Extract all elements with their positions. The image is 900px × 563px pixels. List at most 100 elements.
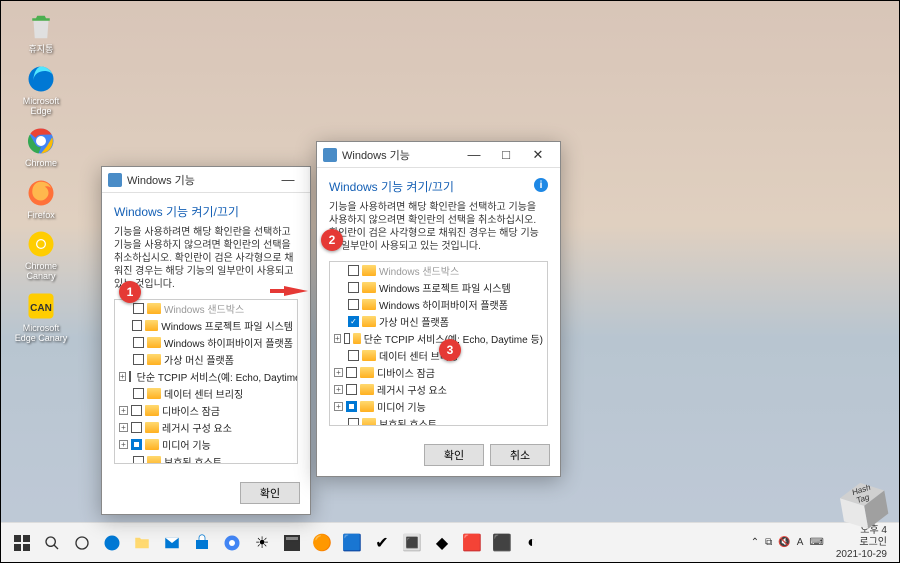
tree-item[interactable]: Windows 하이퍼바이저 플랫폼 xyxy=(115,334,297,351)
feature-checkbox[interactable] xyxy=(133,303,144,314)
taskbar-cortana[interactable] xyxy=(69,530,95,556)
feature-checkbox[interactable] xyxy=(131,439,142,450)
titlebar[interactable]: Windows 기능 — □ ✕ xyxy=(317,142,560,168)
dialog-body: i Windows 기능 켜기/끄기 기능을 사용하려면 해당 확인란을 선택하… xyxy=(317,168,560,436)
taskbar-app[interactable]: 🟦 xyxy=(339,530,365,556)
feature-checkbox[interactable] xyxy=(133,354,144,365)
folder-icon xyxy=(360,401,374,412)
tree-item[interactable]: Windows 샌드박스 xyxy=(115,300,297,317)
desktop-icon-edge[interactable]: Microsoft Edge xyxy=(11,63,71,117)
feature-checkbox[interactable] xyxy=(129,371,131,382)
dialog-footer: 확인 취소 xyxy=(317,436,560,476)
feature-checkbox[interactable] xyxy=(346,367,357,378)
tree-item[interactable]: +레거시 구성 요소 xyxy=(330,381,547,398)
tree-item[interactable]: ✓가상 머신 플랫폼 xyxy=(330,313,547,330)
feature-checkbox[interactable] xyxy=(133,456,144,464)
tray-network-icon[interactable]: ⧉ xyxy=(765,537,772,548)
taskbar-edge[interactable] xyxy=(99,530,125,556)
minimize-button[interactable]: — xyxy=(272,168,304,192)
feature-checkbox[interactable] xyxy=(348,299,359,310)
titlebar[interactable]: Windows 기능 — xyxy=(102,167,310,193)
info-icon[interactable]: i xyxy=(534,178,548,192)
close-button[interactable]: ✕ xyxy=(522,143,554,167)
taskbar-chrome[interactable] xyxy=(219,530,245,556)
taskbar-weather[interactable]: ☀ xyxy=(249,530,275,556)
tree-item[interactable]: Windows 샌드박스 xyxy=(330,262,547,279)
tree-item[interactable]: 가상 머신 플랫폼 xyxy=(115,351,297,368)
taskbar-todo[interactable]: ✔ xyxy=(369,530,395,556)
tray-volume-icon[interactable]: 🔇 xyxy=(778,537,790,548)
tree-item[interactable]: +단순 TCPIP 서비스(예: Echo, Daytime 등) xyxy=(330,330,547,347)
taskbar-app3[interactable]: ◆ xyxy=(429,530,455,556)
feature-checkbox[interactable] xyxy=(131,405,142,416)
tree-item[interactable]: +미디어 기능 xyxy=(115,436,297,453)
features-tree[interactable]: Windows 샌드박스Windows 프로젝트 파일 시스템Windows 하… xyxy=(329,261,548,426)
expand-toggle[interactable]: + xyxy=(119,423,128,432)
hashtag-watermark: Hash Tag xyxy=(833,474,896,537)
feature-checkbox[interactable] xyxy=(132,320,142,331)
taskbar-office[interactable]: 🟠 xyxy=(309,530,335,556)
feature-checkbox[interactable] xyxy=(346,401,357,412)
taskbar-app4[interactable]: 🟥 xyxy=(459,530,485,556)
tray-ime[interactable]: A xyxy=(797,537,804,548)
expand-toggle[interactable]: + xyxy=(119,406,128,415)
tree-item[interactable]: 데이터 센터 브리징 xyxy=(115,385,297,402)
expand-toggle[interactable]: + xyxy=(119,372,126,381)
feature-checkbox[interactable]: ✓ xyxy=(348,316,359,327)
feature-checkbox[interactable] xyxy=(348,418,359,426)
tree-item[interactable]: + 디바이스 잠금 xyxy=(330,364,547,381)
taskbar-mail[interactable] xyxy=(159,530,185,556)
minimize-button[interactable]: — xyxy=(458,143,490,167)
feature-checkbox[interactable] xyxy=(131,422,142,433)
tree-item[interactable]: Windows 프로젝트 파일 시스템 xyxy=(115,317,297,334)
feature-checkbox[interactable] xyxy=(348,265,359,276)
expand-toggle[interactable]: + xyxy=(334,334,341,343)
tray-chevron-icon[interactable]: ⌃ xyxy=(751,537,759,548)
taskbar-calculator[interactable] xyxy=(279,530,305,556)
desktop-icon-firefox[interactable]: Firefox xyxy=(11,177,71,221)
feature-checkbox[interactable] xyxy=(346,384,357,395)
ok-button[interactable]: 확인 xyxy=(424,444,484,466)
taskbar-store[interactable] xyxy=(189,530,215,556)
feature-checkbox[interactable] xyxy=(348,350,359,361)
tree-item[interactable]: +미디어 기능 xyxy=(330,398,547,415)
taskbar-app6[interactable]: ◐ xyxy=(519,530,545,556)
tree-item[interactable]: 보호된 호스트 xyxy=(330,415,547,426)
folder-icon xyxy=(147,388,161,399)
tree-item[interactable]: Windows 프로젝트 파일 시스템 xyxy=(330,279,547,296)
start-button[interactable] xyxy=(9,530,35,556)
chrome-icon xyxy=(25,125,57,157)
taskbar-explorer[interactable] xyxy=(129,530,155,556)
desktop-icon-chrome[interactable]: Chrome xyxy=(11,125,71,169)
tray-lang-icon[interactable]: ⌨ xyxy=(809,537,823,548)
taskbar-app2[interactable]: 🔳 xyxy=(399,530,425,556)
tree-item[interactable]: +레거시 구성 요소 xyxy=(115,419,297,436)
expand-toggle[interactable]: + xyxy=(334,385,343,394)
tree-item[interactable]: Windows 하이퍼바이저 플랫폼 xyxy=(330,296,547,313)
tree-item[interactable]: +단순 TCPIP 서비스(예: Echo, Daytime 등) xyxy=(115,368,297,385)
expand-toggle[interactable]: + xyxy=(334,402,343,411)
feature-checkbox[interactable] xyxy=(133,337,144,348)
desktop-icon-recycle-bin[interactable]: 휴지통 xyxy=(11,11,71,55)
ok-button[interactable]: 확인 xyxy=(240,482,300,504)
features-tree[interactable]: Windows 샌드박스Windows 프로젝트 파일 시스템Windows 하… xyxy=(114,299,298,464)
taskbar-app5[interactable]: ⬛ xyxy=(489,530,515,556)
svg-text:CAN: CAN xyxy=(30,303,52,314)
search-button[interactable] xyxy=(39,530,65,556)
cancel-button[interactable]: 취소 xyxy=(490,444,550,466)
tree-item[interactable]: +디바이스 잠금 xyxy=(115,402,297,419)
tree-item[interactable]: 보호된 호스트 xyxy=(115,453,297,464)
feature-checkbox[interactable] xyxy=(348,282,359,293)
feature-label: 디바이스 잠금 xyxy=(377,365,435,380)
expand-toggle[interactable]: + xyxy=(119,440,128,449)
desktop-icon-chrome-canary[interactable]: Chrome Canary xyxy=(11,228,71,282)
desktop-icon-edge-canary[interactable]: CAN Microsoft Edge Canary xyxy=(11,290,71,344)
feature-checkbox[interactable] xyxy=(344,333,351,344)
feature-label: Windows 프로젝트 파일 시스템 xyxy=(379,280,511,295)
feature-checkbox[interactable] xyxy=(133,388,144,399)
feature-label: Windows 하이퍼바이저 플랫폼 xyxy=(164,335,293,350)
maximize-button[interactable]: □ xyxy=(490,143,522,167)
dialog-heading: Windows 기능 켜기/끄기 xyxy=(329,178,548,195)
expand-toggle[interactable]: + xyxy=(334,368,343,377)
window-title: Windows 기능 xyxy=(342,147,458,163)
